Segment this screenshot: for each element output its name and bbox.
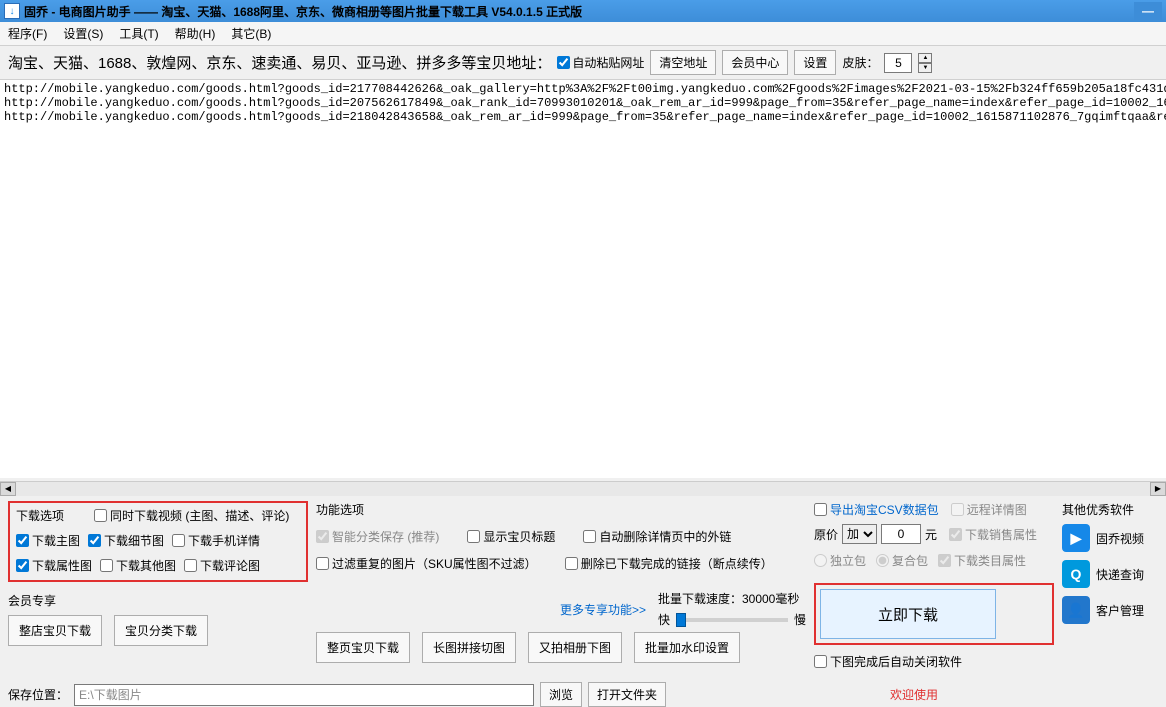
detail-img-checkbox[interactable]: 下载细节图 xyxy=(88,532,164,549)
price-pre-label: 原价 xyxy=(814,526,838,543)
browse-button[interactable]: 浏览 xyxy=(540,682,582,707)
download-options-group: 下载选项 同时下载视频 (主图、描述、评论) 下载主图 下载细节图 下载手机详情… xyxy=(8,501,308,582)
speed-slider[interactable] xyxy=(676,618,788,622)
autopaste-label: 自动粘贴网址 xyxy=(572,54,644,71)
welcome-text: 欢迎使用 xyxy=(890,686,938,703)
speed-fast-label: 快 xyxy=(658,611,670,628)
whole-page-button[interactable]: 整页宝贝下载 xyxy=(316,632,410,663)
window-title: 固乔 - 电商图片助手 —— 淘宝、天猫、1688阿里、京东、微商相册等图片批量… xyxy=(24,3,1134,20)
side-title: 其他优秀软件 xyxy=(1062,501,1158,518)
show-title-checkbox[interactable]: 显示宝贝标题 xyxy=(467,528,555,545)
url-textarea[interactable] xyxy=(0,80,1166,478)
download-now-button[interactable]: 立即下载 xyxy=(820,589,996,639)
scroll-track[interactable] xyxy=(16,482,1150,496)
speed-slow-label: 慢 xyxy=(794,611,806,628)
address-row: 淘宝、天猫、1688、敦煌网、京东、速卖通、易贝、亚马逊、拼多多等宝贝地址： 自… xyxy=(0,46,1166,80)
skin-input[interactable] xyxy=(884,53,912,73)
price-unit-label: 元 xyxy=(925,526,937,543)
menu-other[interactable]: 其它(B) xyxy=(231,25,271,42)
autoclose-checkbox[interactable]: 下图完成后自动关闭软件 xyxy=(814,653,1054,670)
skin-down-button[interactable]: ▼ xyxy=(918,63,932,73)
youpai-button[interactable]: 又拍相册下图 xyxy=(528,632,622,663)
save-row: 保存位置： 浏览 打开文件夹 欢迎使用 xyxy=(0,682,1166,707)
menubar: 程序(F) 设置(S) 工具(T) 帮助(H) 其它(B) xyxy=(0,22,1166,46)
speed-label-row: 批量下载速度：30000毫秒 xyxy=(658,590,806,607)
price-value-input[interactable] xyxy=(881,524,921,544)
remote-detail-checkbox: 远程详情图 xyxy=(951,501,1027,518)
sale-attr-checkbox: 下载销售属性 xyxy=(949,526,1037,543)
auto-del-ext-checkbox[interactable]: 自动删除详情页中的外链 xyxy=(583,528,731,545)
minimize-button[interactable]: — xyxy=(1134,2,1162,20)
mobile-detail-checkbox[interactable]: 下载手机详情 xyxy=(172,532,260,549)
skin-up-button[interactable]: ▲ xyxy=(918,53,932,63)
autopaste-checkbox[interactable]: 自动粘贴网址 xyxy=(557,54,644,71)
cat-attr-checkbox: 下载类目属性 xyxy=(938,552,1026,569)
autopaste-input[interactable] xyxy=(557,56,570,69)
attr-img-checkbox[interactable]: 下载属性图 xyxy=(16,557,92,574)
compound-radio: 复合包 xyxy=(876,552,928,569)
export-csv-checkbox[interactable]: 导出淘宝CSV数据包 xyxy=(814,501,939,518)
with-video-checkbox[interactable]: 同时下载视频 (主图、描述、评论) xyxy=(94,507,289,524)
download-button-frame: 立即下载 xyxy=(814,583,1054,645)
scroll-left-icon[interactable]: ◀ xyxy=(0,482,16,496)
side-customer-link[interactable]: 👤 客户管理 xyxy=(1062,596,1158,624)
vip-title: 会员专享 xyxy=(8,594,56,608)
titlebar: ↓ 固乔 - 电商图片助手 —— 淘宝、天猫、1688阿里、京东、微商相册等图片… xyxy=(0,0,1166,22)
menu-help[interactable]: 帮助(H) xyxy=(175,25,216,42)
download-options-title: 下载选项 xyxy=(16,507,64,524)
skin-spinner[interactable]: ▲ ▼ xyxy=(918,53,932,73)
whole-shop-button[interactable]: 整店宝贝下载 xyxy=(8,615,102,646)
save-path-input[interactable] xyxy=(74,684,534,706)
settings-button[interactable]: 设置 xyxy=(794,50,836,75)
main-img-checkbox[interactable]: 下载主图 xyxy=(16,532,80,549)
customer-icon: 👤 xyxy=(1062,596,1090,624)
more-vip-link[interactable]: 更多专享功能>> xyxy=(560,601,646,618)
express-icon: Q xyxy=(1062,560,1090,588)
member-center-button[interactable]: 会员中心 xyxy=(722,50,788,75)
filter-dup-checkbox[interactable]: 过滤重复的图片（SKU属性图不过滤） xyxy=(316,555,537,572)
open-folder-button[interactable]: 打开文件夹 xyxy=(588,682,666,707)
skin-label: 皮肤： xyxy=(842,54,878,71)
sidebar-other-software: 其他优秀软件 ▶ 固乔视频 Q 快递查询 👤 客户管理 xyxy=(1062,501,1158,670)
menu-settings[interactable]: 设置(S) xyxy=(63,25,103,42)
menu-tools[interactable]: 工具(T) xyxy=(119,25,158,42)
side-express-link[interactable]: Q 快递查询 xyxy=(1062,560,1158,588)
address-label: 淘宝、天猫、1688、敦煌网、京东、速卖通、易贝、亚马逊、拼多多等宝贝地址： xyxy=(8,52,551,73)
smart-save-checkbox: 智能分类保存 (推荐) xyxy=(316,528,439,545)
clear-address-button[interactable]: 清空地址 xyxy=(650,50,716,75)
func-options-title: 功能选项 xyxy=(316,501,806,518)
video-icon: ▶ xyxy=(1062,524,1090,552)
side-video-link[interactable]: ▶ 固乔视频 xyxy=(1062,524,1158,552)
save-label: 保存位置： xyxy=(8,686,68,703)
classify-button[interactable]: 宝贝分类下载 xyxy=(114,615,208,646)
watermark-button[interactable]: 批量加水印设置 xyxy=(634,632,740,663)
slider-thumb[interactable] xyxy=(676,613,686,627)
other-img-checkbox[interactable]: 下载其他图 xyxy=(100,557,176,574)
vip-section: 会员专享 整店宝贝下载 宝贝分类下载 xyxy=(8,592,308,646)
price-op-select[interactable]: 加 xyxy=(842,524,877,544)
app-icon: ↓ xyxy=(4,3,20,19)
menu-program[interactable]: 程序(F) xyxy=(8,25,47,42)
indie-radio: 独立包 xyxy=(814,552,866,569)
long-img-button[interactable]: 长图拼接切图 xyxy=(422,632,516,663)
comment-img-checkbox[interactable]: 下载评论图 xyxy=(184,557,260,574)
url-scrollbar[interactable]: ◀ ▶ xyxy=(0,481,1166,495)
scroll-right-icon[interactable]: ▶ xyxy=(1150,482,1166,496)
del-done-checkbox[interactable]: 删除已下载完成的链接（断点续传） xyxy=(565,555,773,572)
